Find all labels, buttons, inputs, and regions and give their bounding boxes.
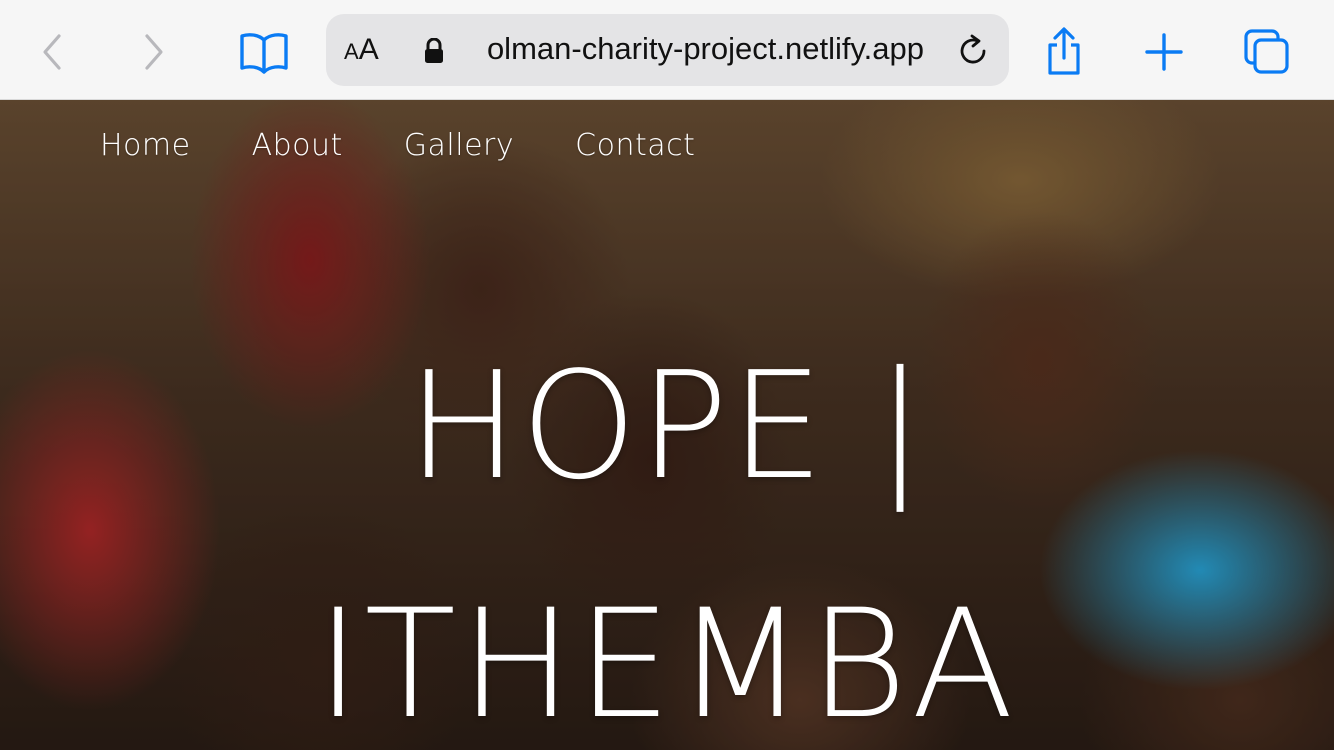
forward-button[interactable] <box>124 22 184 82</box>
tabs-button[interactable] <box>1237 22 1297 82</box>
url-text: olman-charity-project.netlify.app <box>486 31 924 66</box>
reload-icon[interactable] <box>956 34 990 68</box>
bookmarks-button[interactable] <box>234 22 294 82</box>
lock-icon <box>425 38 443 63</box>
new-tab-icon <box>1145 33 1183 71</box>
browser-toolbar: AA olman-charity-project.netlify.app <box>0 0 1334 100</box>
back-button[interactable] <box>22 22 82 82</box>
forward-icon <box>145 34 163 70</box>
hero-title-line2: ITHEMBA <box>316 578 1018 750</box>
address-bar[interactable]: AA olman-charity-project.netlify.app <box>326 14 1009 86</box>
nav-about-link[interactable]: About <box>252 128 343 163</box>
reader-label-small: A <box>344 39 359 64</box>
back-icon <box>43 34 61 70</box>
nav-contact-link[interactable]: Contact <box>575 128 695 163</box>
new-tab-button[interactable] <box>1134 22 1194 82</box>
hero-title-line1: HOPE | <box>407 340 927 512</box>
share-icon <box>1048 27 1080 75</box>
url-container: olman-charity-project.netlify.app <box>454 14 924 86</box>
reader-options-button[interactable]: AA <box>344 33 379 67</box>
nav-home-link[interactable]: Home <box>100 128 191 163</box>
tabs-icon <box>1244 29 1289 74</box>
reader-label-big: A <box>358 33 379 66</box>
nav-gallery-link[interactable]: Gallery <box>404 128 514 163</box>
hero-section: Home About Gallery Contact HOPE | ITHEMB… <box>0 100 1334 750</box>
main-nav: Home About Gallery Contact <box>100 128 695 163</box>
bookmarks-icon <box>240 33 288 74</box>
share-button[interactable] <box>1034 22 1094 82</box>
